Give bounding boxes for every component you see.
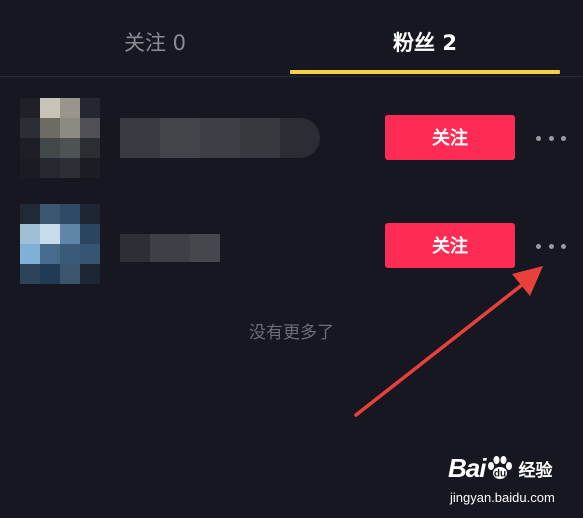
watermark-jingyan-text: 经验: [518, 460, 553, 481]
tab-bar: 关注 0 粉丝 2: [0, 0, 583, 77]
list-item[interactable]: 关注: [0, 194, 583, 294]
username-pixelated: [120, 118, 320, 158]
list-item[interactable]: 关注: [0, 88, 583, 188]
end-of-list-text: 没有更多了: [249, 323, 334, 343]
username-pixelated: [120, 234, 220, 262]
watermark-bai-text: Bai: [448, 452, 486, 483]
active-tab-indicator: [290, 70, 560, 74]
watermark-url: jingyan.baidu.com: [450, 490, 555, 505]
avatar[interactable]: [20, 98, 100, 178]
baidu-jingyan-watermark: Bai du 经验 jingyan.baidu.com: [448, 448, 580, 512]
more-horizontal-icon[interactable]: [536, 126, 566, 150]
tab-fans[interactable]: 粉丝 2: [290, 28, 560, 58]
follow-button[interactable]: 关注: [385, 115, 515, 160]
follow-button[interactable]: 关注: [385, 223, 515, 268]
baidu-paw-icon: du: [488, 456, 513, 480]
avatar[interactable]: [20, 204, 100, 284]
more-horizontal-icon[interactable]: [536, 234, 566, 258]
svg-text:du: du: [494, 469, 506, 480]
tab-following[interactable]: 关注 0: [20, 28, 290, 58]
